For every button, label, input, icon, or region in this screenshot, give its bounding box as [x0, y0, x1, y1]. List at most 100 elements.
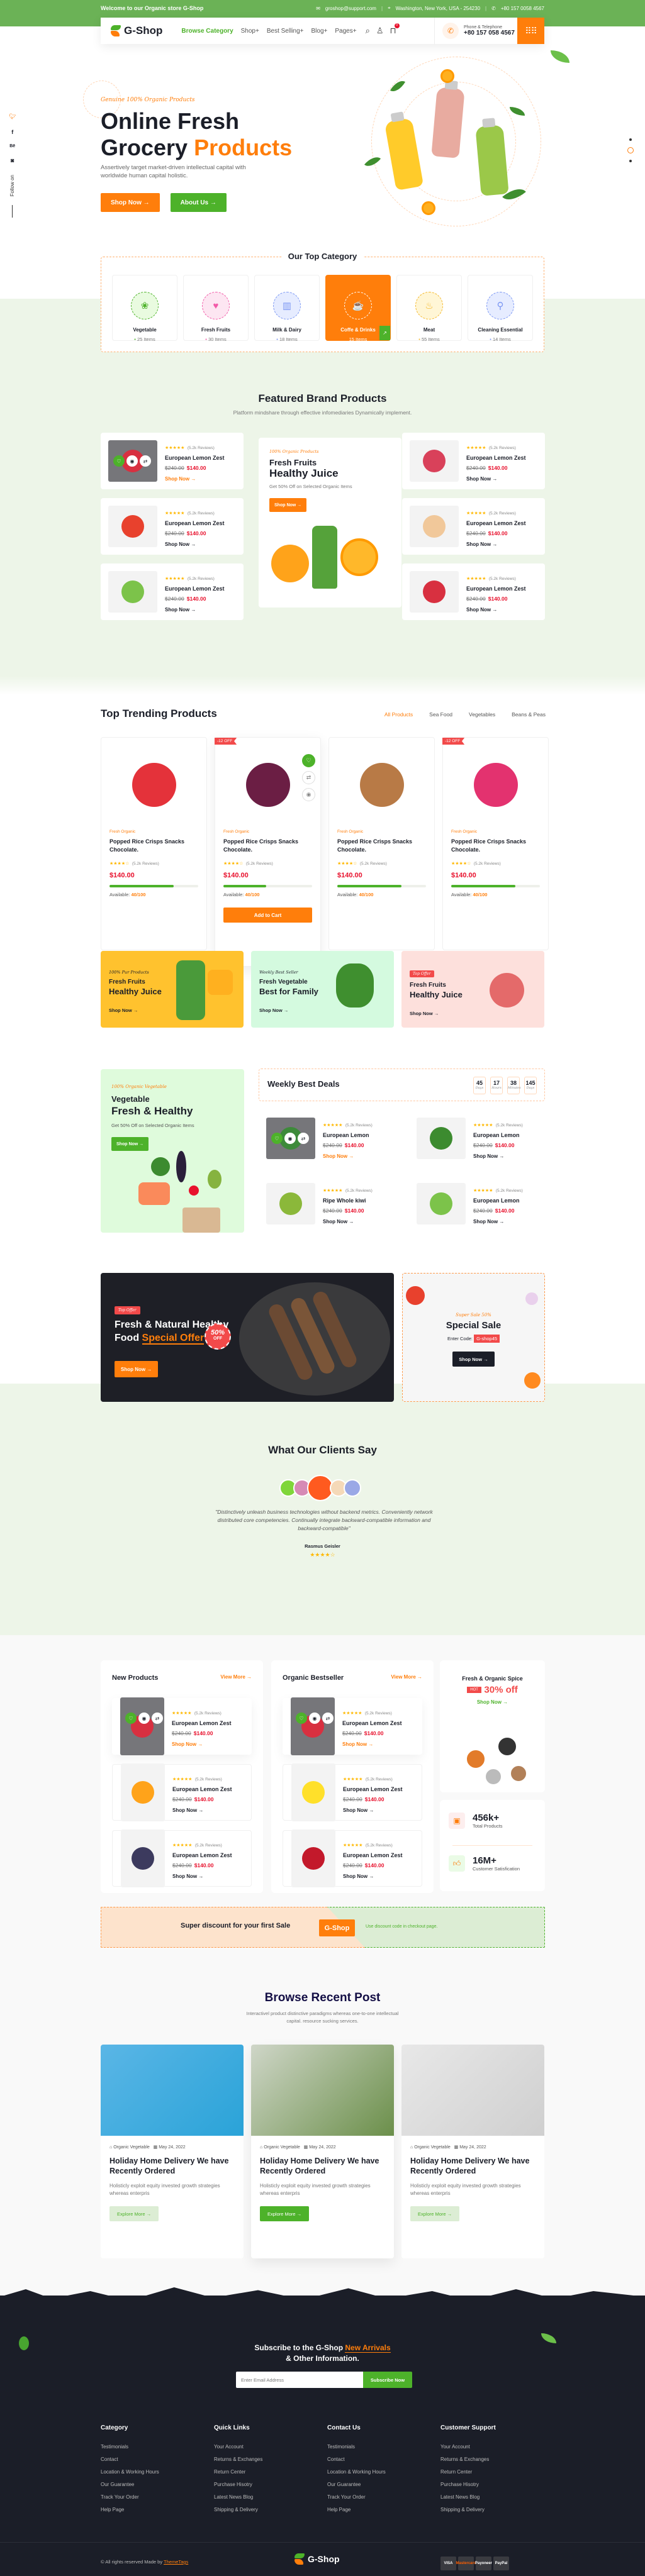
blog-title[interactable]: Holiday Home Delivery We have Recently O…	[109, 2156, 235, 2176]
shop-now-link[interactable]: Shop Now →	[165, 607, 225, 613]
blog-title[interactable]: Holiday Home Delivery We have Recently O…	[410, 2156, 536, 2176]
slide-dot-active[interactable]	[627, 147, 634, 153]
product-card[interactable]: ★★★★★ (5.2k Reviews) European Lemon Zest…	[112, 1763, 252, 1821]
about-us-button[interactable]: About Us →	[170, 193, 227, 212]
banner-shop-link[interactable]: Shop Now →	[410, 1011, 536, 1016]
compare-icon[interactable]: ⇄	[152, 1713, 163, 1724]
trending-card[interactable]: Fresh Organic Popped Rice Crisps Snacks …	[101, 737, 207, 950]
nav-pages[interactable]: Pages+	[335, 28, 356, 35]
eye-icon[interactable]: ◉	[309, 1713, 320, 1724]
menu-grid-button[interactable]: ⠿⠿	[517, 18, 544, 44]
product-name[interactable]: European Lemon	[473, 1197, 523, 1204]
product-image[interactable]	[417, 1183, 466, 1224]
special-offer-shop-button[interactable]: Shop Now →	[115, 1361, 159, 1377]
blog-title[interactable]: Holiday Home Delivery We have Recently O…	[260, 2156, 385, 2176]
blog-category[interactable]: Organic Vegetable	[113, 2145, 150, 2150]
shop-now-link[interactable]: Shop Now →	[323, 1219, 373, 1224]
product-card[interactable]: ★★★★★ (5.2k Reviews) European Lemon $240…	[409, 1175, 552, 1233]
blog-image[interactable]	[101, 2045, 244, 2136]
product-image[interactable]	[443, 744, 548, 826]
view-more-link[interactable]: View More →	[391, 1674, 422, 1680]
footer-link[interactable]: Latest News Blog	[214, 2494, 262, 2500]
category-card[interactable]: ♨ Meat • 55 Items	[396, 275, 462, 342]
product-image[interactable]	[121, 1829, 165, 1887]
promo-banner[interactable]: Top Offer Fresh Fruits Healthy Juice Sho…	[401, 951, 544, 1028]
footer-link[interactable]: Track Your Order	[327, 2494, 386, 2500]
product-name[interactable]: European Lemon Zest	[343, 1852, 403, 1858]
eye-icon[interactable]: ◉	[302, 788, 315, 801]
eye-icon[interactable]: ◉	[284, 1133, 296, 1144]
compare-icon[interactable]: ⇄	[302, 771, 315, 784]
blog-card[interactable]: ⌂ Organic Vegetable ▦ May 24, 2022 Holid…	[251, 2045, 394, 2258]
footer-link[interactable]: Purchase Hisotry	[214, 2482, 262, 2487]
shop-now-link[interactable]: Shop Now →	[343, 1874, 403, 1879]
footer-link[interactable]: Shipping & Delivery	[214, 2507, 262, 2512]
footer-link[interactable]: Track Your Order	[101, 2494, 159, 2500]
twitter-icon[interactable]: 🐦︎	[9, 113, 16, 120]
product-name[interactable]: Popped Rice Crisps Snacks Chocolate.	[109, 838, 198, 854]
footer-link[interactable]: Your Account	[440, 2444, 496, 2450]
heart-icon[interactable]: ♡	[113, 455, 125, 467]
footer-link[interactable]: Testimonials	[327, 2444, 386, 2450]
nav-blog[interactable]: Blog+	[311, 28, 328, 35]
product-name[interactable]: European Lemon	[473, 1132, 523, 1138]
compare-icon[interactable]: ⇄	[298, 1133, 309, 1144]
topbar-email[interactable]: groshop@support.com	[325, 6, 376, 11]
nav-best-selling[interactable]: Best Selling+	[267, 28, 304, 35]
arrow-icon[interactable]: ↗	[379, 326, 390, 340]
heart-icon[interactable]: ♡	[125, 1713, 137, 1724]
shop-now-link[interactable]: Shop Now →	[466, 541, 526, 547]
search-icon[interactable]: ⌕	[366, 26, 370, 36]
product-name[interactable]: Ripe Whole kiwi	[323, 1197, 373, 1204]
promo-shop-button[interactable]: Shop Now →	[269, 498, 307, 512]
veg-shop-button[interactable]: Shop Now →	[111, 1137, 149, 1151]
cart-icon[interactable]: ⊓ 0	[390, 23, 400, 36]
product-name[interactable]: Popped Rice Crisps Snacks Chocolate.	[223, 838, 312, 854]
footer-link[interactable]: Return Center	[440, 2469, 496, 2475]
product-card[interactable]: ★★★★★ (5.2k Reviews) European Lemon Zest…	[402, 498, 545, 555]
tab-beans-peas[interactable]: Beans & Peas	[512, 711, 546, 718]
explore-more-button[interactable]: Explore More →	[260, 2206, 310, 2221]
product-image[interactable]	[417, 1118, 466, 1159]
blog-category[interactable]: Organic Vegetable	[264, 2145, 300, 2150]
promo-banner[interactable]: Weekly Best Seller Fresh Vegetable Best …	[251, 951, 394, 1028]
footer-link[interactable]: Help Page	[327, 2507, 386, 2512]
product-image[interactable]	[291, 1763, 335, 1821]
category-card[interactable]: ☕ Coffe & Drinks 15 Items ↗	[325, 275, 391, 342]
trending-card[interactable]: -12 OFF Fresh Organic Popped Rice Crisps…	[442, 737, 549, 950]
product-card[interactable]: ★★★★★ (5.2k Reviews) European Lemon Zest…	[283, 1763, 422, 1821]
product-image[interactable]	[108, 571, 157, 613]
product-image[interactable]	[291, 1829, 335, 1887]
shop-now-link[interactable]: Shop Now →	[466, 476, 526, 482]
shop-now-link[interactable]: Shop Now →	[172, 1807, 232, 1813]
product-name[interactable]: European Lemon Zest	[342, 1720, 402, 1726]
email-input[interactable]	[236, 2372, 363, 2388]
product-image[interactable]	[410, 571, 459, 613]
product-image[interactable]	[108, 506, 157, 547]
promo-banner[interactable]: 100% Pur Products Fresh Fruits Healthy J…	[101, 951, 244, 1028]
user-icon[interactable]: ♙	[376, 26, 384, 36]
product-name[interactable]: European Lemon Zest	[466, 520, 526, 526]
footer-logo[interactable]: G-Shop	[294, 2553, 340, 2565]
footer-link[interactable]: Contact	[327, 2457, 386, 2462]
phone-number[interactable]: +80 157 058 4567	[464, 30, 515, 36]
heart-icon[interactable]: ♡	[296, 1713, 307, 1724]
tab-sea-food[interactable]: Sea Food	[429, 711, 452, 718]
footer-link[interactable]: Location & Working Hours	[327, 2469, 386, 2475]
eye-icon[interactable]: ◉	[138, 1713, 150, 1724]
shop-now-link[interactable]: Shop Now →	[165, 541, 225, 547]
product-name[interactable]: European Lemon Zest	[343, 1786, 403, 1792]
tab-all-products[interactable]: All Products	[384, 711, 413, 718]
shop-now-link[interactable]: Shop Now →	[473, 1219, 523, 1224]
product-image[interactable]	[101, 744, 206, 826]
avatar[interactable]	[344, 1479, 361, 1497]
behance-icon[interactable]: Bē	[9, 144, 15, 148]
category-card[interactable]: ❀ Vegetable • 25 Items	[112, 275, 177, 342]
product-card[interactable]: ★★★★★ (5.2k Reviews) European Lemon Zest…	[283, 1829, 422, 1887]
footer-link[interactable]: Help Page	[101, 2507, 159, 2512]
discount-code[interactable]: G-Shop	[319, 1919, 355, 1936]
product-card[interactable]: ★★★★★ (5.2k Reviews) European Lemon Zest…	[402, 433, 545, 489]
topbar-phone[interactable]: +80 157 0058 4567	[501, 6, 544, 11]
banner-shop-link[interactable]: Shop Now →	[259, 1008, 386, 1013]
slide-dot[interactable]	[629, 138, 632, 141]
